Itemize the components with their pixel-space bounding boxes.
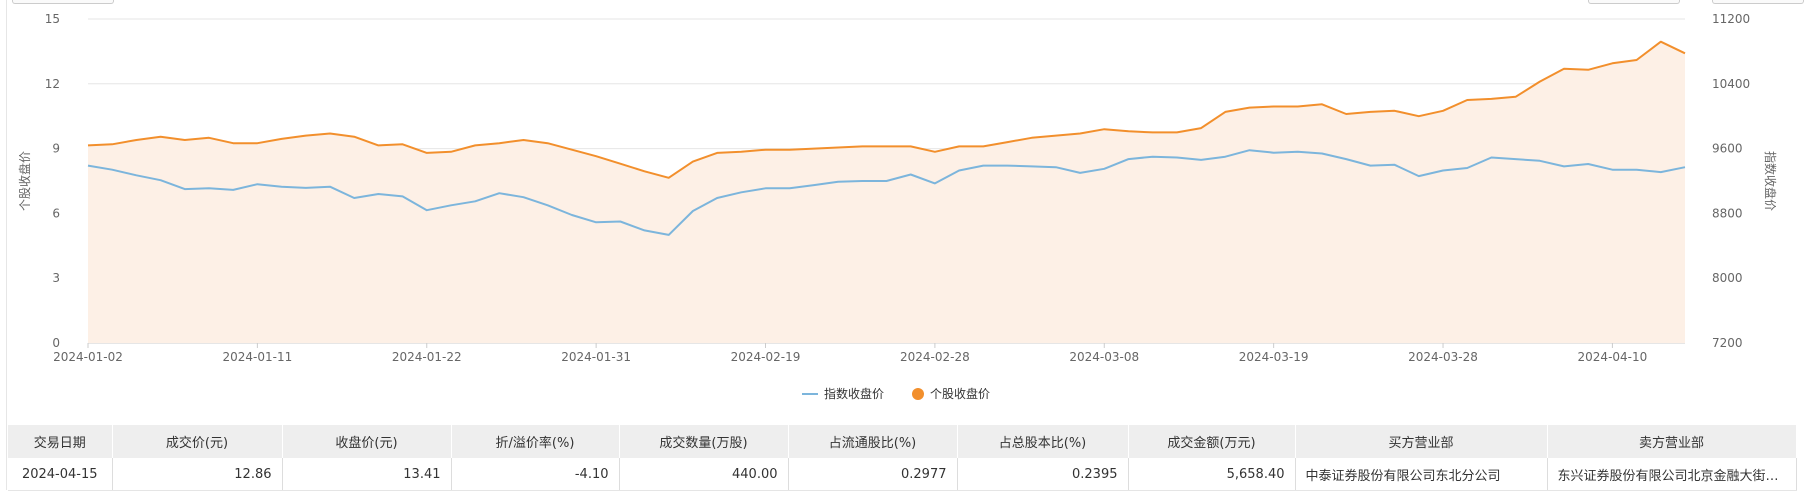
y-left-tick-label: 15 [45, 12, 60, 26]
y-right-tick-label: 9600 [1712, 142, 1743, 156]
x-tick-label: 2024-03-08 [1069, 350, 1139, 364]
legend-stock-label[interactable]: 个股收盘价 [930, 386, 990, 401]
x-tick-label: 2024-03-28 [1408, 350, 1478, 364]
y-right-tick-label: 10400 [1712, 77, 1750, 91]
cell-float-ratio: 0.2977 [788, 458, 958, 491]
cell-volume: 440.00 [619, 458, 789, 491]
x-tick-label: 2024-01-11 [223, 350, 293, 364]
col-amount[interactable]: 成交金额(万元) [1128, 425, 1296, 458]
y-right-axis-title: 指数收盘价 [1763, 151, 1778, 211]
x-tick-label: 2024-01-31 [561, 350, 631, 364]
cell-total-ratio: 0.2395 [957, 458, 1129, 491]
y-left-tick-label: 0 [52, 336, 60, 350]
col-trade-date[interactable]: 交易日期 [8, 425, 113, 458]
x-tick-label: 2024-01-22 [392, 350, 462, 364]
chart-svg: 0369121572008000880096001040011200个股收盘价指… [17, 12, 1778, 401]
cell-seller[interactable]: 东兴证券股份有限公司北京金融大街证券营业部 [1547, 458, 1797, 491]
y-left-tick-label: 6 [52, 206, 60, 220]
x-tick-label: 2024-01-02 [53, 350, 123, 364]
stock-area [88, 41, 1685, 343]
cell-deal-price: 12.86 [112, 458, 283, 491]
table-row[interactable]: 2024-04-15 12.86 13.41 -4.10 440.00 0.29… [8, 458, 1797, 491]
x-tick-label: 2024-04-10 [1578, 350, 1648, 364]
col-buyer[interactable]: 买方营业部 [1295, 425, 1548, 458]
y-left-axis-title: 个股收盘价 [17, 151, 32, 211]
stock-area-fill [88, 41, 1685, 343]
y-right-tick-label: 8800 [1712, 206, 1743, 220]
price-comparison-chart: 0 3 6 9 12 15 7200 8000 8800 9600 10400 11200 个股收盘价指… [0, 0, 1804, 425]
col-deal-price[interactable]: 成交价(元) [112, 425, 283, 458]
cell-premium-rate: -4.10 [451, 458, 620, 491]
table-header-row: 交易日期 成交价(元) 收盘价(元) 折/溢价率(%) 成交数量(万股) 占流通… [8, 425, 1797, 458]
col-total-ratio[interactable]: 占总股本比(%) [957, 425, 1129, 458]
legend-stock-swatch[interactable] [912, 388, 924, 400]
y-left-tick-label: 9 [52, 142, 60, 156]
cell-amount: 5,658.40 [1128, 458, 1296, 491]
y-right-tick-label: 8000 [1712, 271, 1743, 285]
y-right-tick-label: 11200 [1712, 12, 1750, 26]
cell-close-price: 13.41 [282, 458, 452, 491]
y-right-tick-label: 7200 [1712, 336, 1743, 350]
y-left-tick-label: 3 [52, 271, 60, 285]
col-seller[interactable]: 卖方营业部 [1547, 425, 1797, 458]
x-tick-label: 2024-02-19 [731, 350, 801, 364]
x-tick-label: 2024-03-19 [1239, 350, 1309, 364]
x-tick-label: 2024-02-28 [900, 350, 970, 364]
col-premium-rate[interactable]: 折/溢价率(%) [451, 425, 620, 458]
col-volume[interactable]: 成交数量(万股) [619, 425, 789, 458]
cell-buyer[interactable]: 中泰证券股份有限公司东北分公司 [1295, 458, 1548, 491]
legend-index-label[interactable]: 指数收盘价 [824, 386, 884, 401]
col-float-ratio[interactable]: 占流通股比(%) [788, 425, 958, 458]
legend[interactable]: 指数收盘价 个股收盘价 [802, 386, 990, 401]
block-trade-table: 交易日期 成交价(元) 收盘价(元) 折/溢价率(%) 成交数量(万股) 占流通… [8, 425, 1797, 491]
col-close-price[interactable]: 收盘价(元) [282, 425, 452, 458]
y-left-tick-label: 12 [45, 77, 60, 91]
cell-trade-date: 2024-04-15 [8, 458, 113, 491]
